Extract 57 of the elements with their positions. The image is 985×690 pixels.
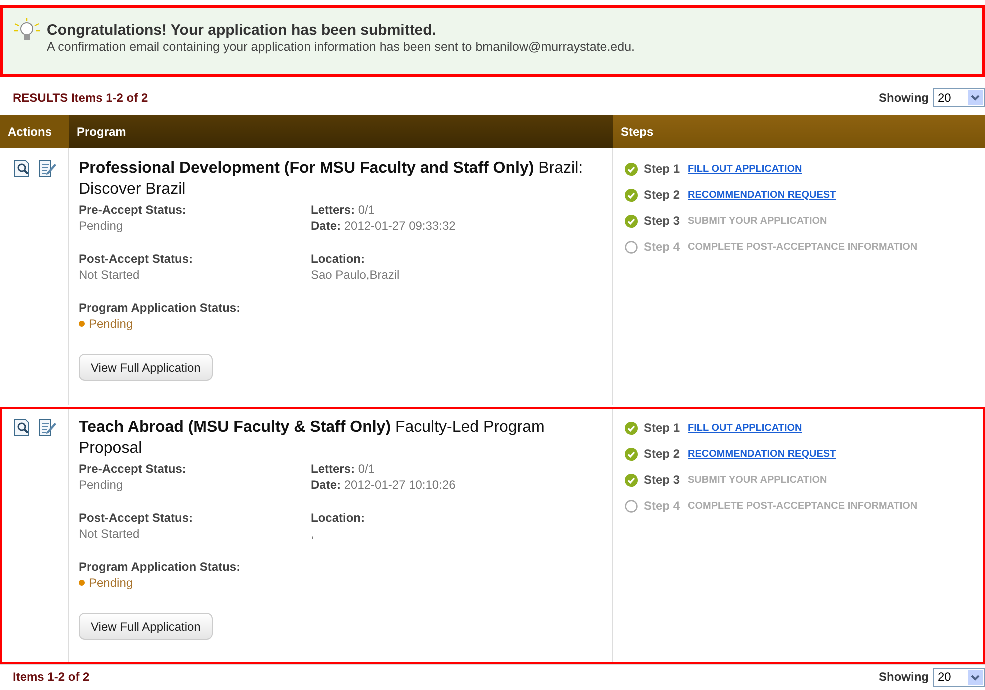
status-text: Pending xyxy=(89,575,134,591)
page-size-select[interactable]: 20 xyxy=(933,668,985,686)
date-text: Date: 2012-01-27 09:33:32 xyxy=(311,218,457,234)
letters-text: Letters: 0/1 xyxy=(311,202,376,218)
field-label: Pre-Accept Status: xyxy=(79,202,188,218)
page-size-select[interactable]: 20 xyxy=(933,88,985,107)
step-link[interactable]: RECOMMENDATION REQUEST xyxy=(688,446,836,462)
status-text: Pending xyxy=(89,316,134,332)
field-value: Sao Paulo,Brazil xyxy=(311,267,401,283)
magnifier-document-icon[interactable] xyxy=(14,419,31,437)
showing-label: Showing xyxy=(879,90,929,106)
showing-label: Showing xyxy=(879,669,929,686)
column-header: Steps xyxy=(613,115,985,148)
dropdown-icon xyxy=(968,670,983,684)
letters-text: Letters: 0/1 xyxy=(311,461,376,477)
results-count: Items 1-2 of 2 xyxy=(13,669,90,686)
field-value: Pending xyxy=(79,477,124,493)
step-number: Step 3 xyxy=(644,472,680,489)
step-number: Step 3 xyxy=(644,213,680,230)
results-count: RESULTS Items 1-2 of 2 xyxy=(13,90,148,106)
edit-document-icon[interactable] xyxy=(39,160,57,178)
step-link[interactable]: RECOMMENDATION REQUEST xyxy=(688,188,836,202)
step-text: SUBMIT YOUR APPLICATION xyxy=(688,214,828,228)
step-number: Step 1 xyxy=(644,420,680,437)
date-text: Date: 2012-01-27 10:10:26 xyxy=(311,477,457,493)
field-value: , xyxy=(311,526,316,542)
step-number: Step 4 xyxy=(644,239,680,256)
step-text: SUBMIT YOUR APPLICATION xyxy=(688,474,828,488)
step-number: Step 2 xyxy=(644,187,680,204)
field-label: Post-Accept Status: xyxy=(79,251,194,267)
column-header: Program xyxy=(69,115,613,148)
field-value: Not Started xyxy=(79,267,141,283)
step-number: Step 4 xyxy=(644,498,680,515)
view-application-button[interactable]: View Full Application xyxy=(79,613,213,640)
column-header: Actions xyxy=(0,115,69,148)
field-label: Program Application Status: xyxy=(79,559,242,575)
magnifier-document-icon[interactable] xyxy=(14,160,31,178)
step-text: COMPLETE POST-ACCEPTANCE INFORMATION xyxy=(688,500,918,514)
program-title: Teach Abroad (MSU Faculty & Staff Only) Faculty-Led Program Proposal xyxy=(79,418,546,459)
dropdown-icon xyxy=(968,90,983,105)
field-label: Pre-Accept Status: xyxy=(79,461,188,477)
step-text: COMPLETE POST-ACCEPTANCE INFORMATION xyxy=(688,240,918,254)
field-label: Post-Accept Status: xyxy=(79,510,194,526)
program-title: Professional Development (For MSU Faculty and Staff Only) Brazil: Discover Brazil xyxy=(79,159,584,200)
field-label: Program Application Status: xyxy=(79,300,242,316)
step-link[interactable]: FILL OUT APPLICATION xyxy=(688,162,802,176)
field-value: Not Started xyxy=(79,526,141,542)
field-label: Location: xyxy=(311,510,366,526)
field-label: Location: xyxy=(311,251,366,267)
step-number: Step 2 xyxy=(644,446,680,463)
banner-message: A confirmation email containing your application information has been sent to bmanilow@murraystate.edu. xyxy=(47,40,636,55)
step-link[interactable]: FILL OUT APPLICATION xyxy=(688,420,802,436)
banner-title: Congratulations! Your application has been submitted. xyxy=(47,22,438,40)
view-application-button[interactable]: View Full Application xyxy=(79,354,213,381)
edit-document-icon[interactable] xyxy=(39,419,57,437)
field-value: Pending xyxy=(79,218,124,234)
step-number: Step 1 xyxy=(644,161,680,178)
